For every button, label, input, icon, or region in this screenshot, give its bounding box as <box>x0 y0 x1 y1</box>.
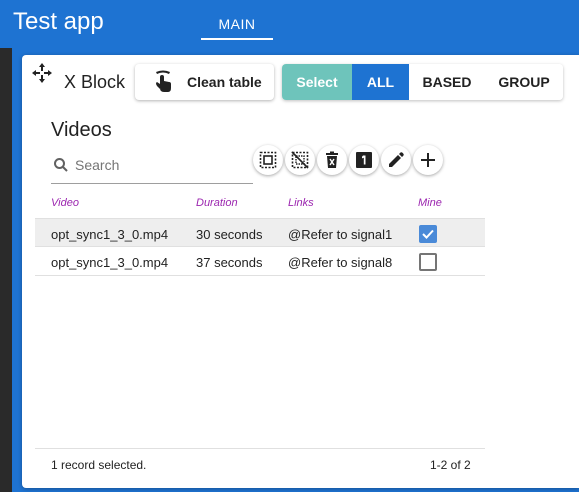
tab-indicator <box>201 38 273 40</box>
clean-table-label: Clean table <box>187 74 262 90</box>
app-bar: Test app MAIN <box>0 0 579 48</box>
footer-divider <box>35 448 485 449</box>
filter-group-button[interactable]: GROUP <box>485 64 563 100</box>
numbered-one-icon <box>356 152 372 168</box>
cell-links: @Refer to signal1 <box>288 227 393 242</box>
checkmark-icon <box>422 229 434 239</box>
block-title: X Block <box>64 72 126 92</box>
filter-all-button[interactable]: ALL <box>352 64 409 100</box>
cell-links: @Refer to signal8 <box>288 255 393 270</box>
filter-based-button[interactable]: BASED <box>409 64 485 100</box>
move-arrows-icon[interactable] <box>30 61 54 85</box>
column-header-links[interactable]: Links <box>288 197 314 209</box>
table-row[interactable]: opt_sync1_3_0.mp4 37 seconds @Refer to s… <box>35 247 485 276</box>
select-all-button[interactable] <box>253 145 283 175</box>
selection-count: 1 record selected. <box>51 458 147 472</box>
cell-duration: 30 seconds <box>196 227 263 242</box>
tab-main[interactable]: MAIN <box>201 0 273 48</box>
mine-checkbox-unchecked[interactable] <box>419 253 437 271</box>
add-icon <box>421 153 435 167</box>
videos-title: Videos <box>51 119 112 141</box>
add-button[interactable] <box>413 145 443 175</box>
column-header-video[interactable]: Video <box>51 197 79 209</box>
delete-icon <box>326 151 338 168</box>
cell-video: opt_sync1_3_0.mp4 <box>51 255 169 270</box>
edit-button[interactable] <box>381 145 411 175</box>
column-header-duration[interactable]: Duration <box>196 197 238 209</box>
cell-duration: 37 seconds <box>196 255 263 270</box>
edit-pencil-icon <box>389 152 404 167</box>
mine-checkbox-checked[interactable] <box>419 225 437 243</box>
column-header-mine[interactable]: Mine <box>418 197 442 209</box>
search-icon <box>54 158 68 172</box>
touch-hand-icon <box>156 70 171 92</box>
delete-button[interactable] <box>317 145 347 175</box>
tab-main-label: MAIN <box>218 16 256 32</box>
table-row[interactable]: opt_sync1_3_0.mp4 30 seconds @Refer to s… <box>35 218 485 247</box>
cell-video: opt_sync1_3_0.mp4 <box>51 227 169 242</box>
select-button[interactable]: Select <box>282 64 352 100</box>
select-all-icon <box>259 151 277 169</box>
select-one-button[interactable] <box>349 145 379 175</box>
app-title: Test app <box>13 8 104 35</box>
deselect-all-button[interactable] <box>285 145 315 175</box>
search-input[interactable] <box>75 154 250 176</box>
search-field <box>51 150 253 184</box>
pagination-range: 1-2 of 2 <box>430 458 471 472</box>
deselect-all-icon <box>291 151 309 169</box>
clean-table-button[interactable]: Clean table <box>135 64 274 100</box>
left-edge <box>0 48 12 492</box>
